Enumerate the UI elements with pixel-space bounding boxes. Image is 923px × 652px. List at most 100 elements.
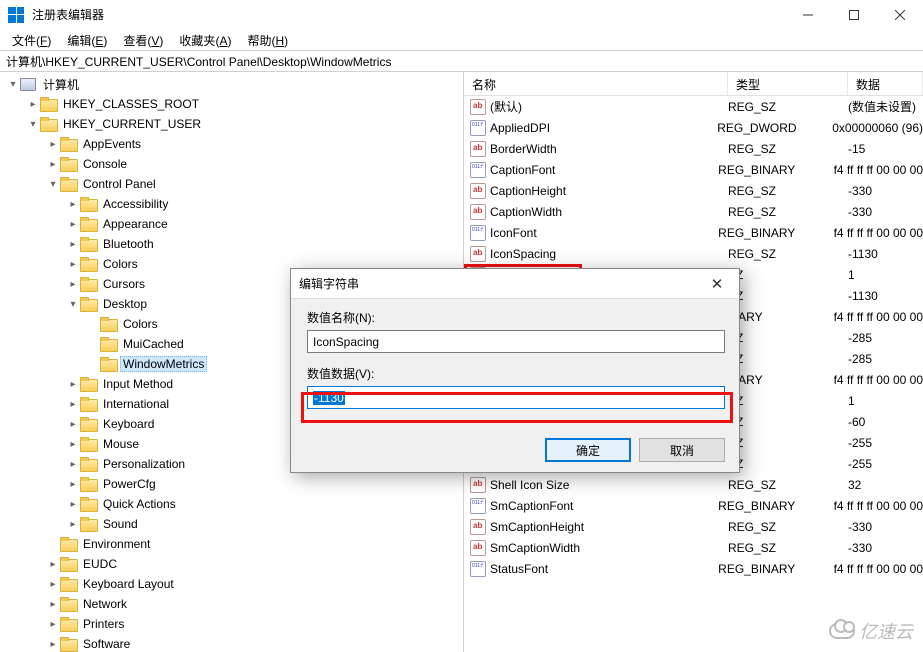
value-data-input[interactable]: -1130 (307, 386, 725, 409)
tree-node-accessibility[interactable]: ▸Accessibility (0, 194, 463, 214)
value-type: SZ (728, 394, 848, 408)
value-name: Shell Icon Size (490, 478, 569, 492)
list-row[interactable]: (默认)REG_SZ(数值未设置) (464, 96, 923, 117)
folder-icon (80, 478, 96, 491)
folder-icon (60, 558, 76, 571)
address-bar[interactable]: 计算机\HKEY_CURRENT_USER\Control Panel\Desk… (0, 50, 923, 72)
value-data: (数值未设置) (848, 98, 923, 115)
string-icon (470, 246, 486, 262)
col-header-type[interactable]: 类型 (728, 72, 848, 95)
tree-node-computer[interactable]: ▾计算机 (0, 74, 463, 94)
tree-node-environment[interactable]: Environment (0, 534, 463, 554)
list-header: 名称 类型 数据 (464, 72, 923, 96)
list-row[interactable]: CaptionWidthREG_SZ-330 (464, 201, 923, 222)
value-type: REG_BINARY (718, 226, 833, 240)
string-icon (470, 183, 486, 199)
cancel-button[interactable]: 取消 (639, 438, 725, 462)
tree-node-controlpanel[interactable]: ▾Control Panel (0, 174, 463, 194)
app-icon (8, 7, 24, 23)
minimize-button[interactable] (785, 0, 831, 30)
folder-icon (100, 318, 116, 331)
value-data: 1 (848, 268, 923, 282)
value-data: f4 ff ff ff 00 00 00 (834, 499, 923, 513)
value-type: REG_SZ (728, 247, 848, 261)
tree-node-hkcu[interactable]: ▾HKEY_CURRENT_USER (0, 114, 463, 134)
value-name: BorderWidth (490, 142, 557, 156)
value-type: REG_BINARY (718, 562, 833, 576)
tree-node-sound[interactable]: ▸Sound (0, 514, 463, 534)
value-type: SZ (728, 352, 848, 366)
value-data: f4 ff ff ff 00 00 00 (834, 226, 923, 240)
string-icon (470, 204, 486, 220)
menu-help[interactable]: 帮助(H) (239, 30, 296, 51)
dialog-title: 编辑字符串 (299, 275, 359, 292)
dialog-titlebar[interactable]: 编辑字符串 ✕ (291, 269, 739, 299)
tree-node-powercfg[interactable]: ▸PowerCfg (0, 474, 463, 494)
value-data: f4 ff ff ff 00 00 00 (834, 310, 923, 324)
tree-node-software[interactable]: ▸Software (0, 634, 463, 652)
value-data-label: 数值数据(V): (307, 365, 723, 382)
tree-node-hkcr[interactable]: ▸HKEY_CLASSES_ROOT (0, 94, 463, 114)
value-data: -330 (848, 541, 923, 555)
folder-icon (60, 538, 76, 551)
tree-node-bluetooth[interactable]: ▸Bluetooth (0, 234, 463, 254)
value-data: -255 (848, 436, 923, 450)
value-data: -330 (848, 520, 923, 534)
list-row[interactable]: CaptionFontREG_BINARYf4 ff ff ff 00 00 0… (464, 159, 923, 180)
folder-icon (60, 618, 76, 631)
folder-icon (80, 218, 96, 231)
maximize-button[interactable] (831, 0, 877, 30)
menu-favorites[interactable]: 收藏夹(A) (171, 30, 239, 51)
value-name-label: 数值名称(N): (307, 309, 723, 326)
col-header-data[interactable]: 数据 (848, 72, 923, 95)
value-data: -330 (848, 205, 923, 219)
menu-file[interactable]: 文件(F) (4, 30, 59, 51)
list-row[interactable]: CaptionHeightREG_SZ-330 (464, 180, 923, 201)
value-name: CaptionWidth (490, 205, 562, 219)
folder-icon (60, 598, 76, 611)
list-row[interactable]: Shell Icon SizeREG_SZ32 (464, 474, 923, 495)
list-row[interactable]: BorderWidthREG_SZ-15 (464, 138, 923, 159)
tree-node-console[interactable]: ▸Console (0, 154, 463, 174)
tree-node-printers[interactable]: ▸Printers (0, 614, 463, 634)
list-row[interactable]: IconSpacing REG_SZ-1130 (464, 243, 923, 264)
value-name: SmCaptionHeight (490, 520, 584, 534)
tree-node-keyboardlayout[interactable]: ▸Keyboard Layout (0, 574, 463, 594)
tree-node-network[interactable]: ▸Network (0, 594, 463, 614)
list-row[interactable]: SmCaptionHeight REG_SZ-330 (464, 516, 923, 537)
value-name-input[interactable]: IconSpacing (307, 330, 725, 353)
col-header-name[interactable]: 名称 (464, 72, 728, 95)
value-type: REG_DWORD (717, 121, 832, 135)
folder-icon (100, 338, 116, 351)
folder-icon (80, 518, 96, 531)
close-button[interactable] (877, 0, 923, 30)
list-row[interactable]: AppliedDPIREG_DWORD0x00000060 (96) (464, 117, 923, 138)
value-type: REG_SZ (728, 520, 848, 534)
tree-node-quickactions[interactable]: ▸Quick Actions (0, 494, 463, 514)
folder-icon (40, 98, 56, 111)
tree-node-appearance[interactable]: ▸Appearance (0, 214, 463, 234)
list-row[interactable]: IconFontREG_BINARYf4 ff ff ff 00 00 00 (464, 222, 923, 243)
menu-view[interactable]: 查看(V) (115, 30, 171, 51)
list-row[interactable]: SmCaptionFontREG_BINARYf4 ff ff ff 00 00… (464, 495, 923, 516)
value-data: -15 (848, 142, 923, 156)
tree-node-appevents[interactable]: ▸AppEvents (0, 134, 463, 154)
folder-icon (80, 418, 96, 431)
edit-string-dialog: 编辑字符串 ✕ 数值名称(N): IconSpacing 数值数据(V): -1… (290, 268, 740, 473)
list-row[interactable]: StatusFontREG_BINARYf4 ff ff ff 00 00 00 (464, 558, 923, 579)
menu-edit[interactable]: 编辑(E) (59, 30, 115, 51)
list-row[interactable]: SmCaptionWidthREG_SZ-330 (464, 537, 923, 558)
folder-icon (60, 638, 76, 651)
cloud-icon (829, 623, 855, 639)
ok-button[interactable]: 确定 (545, 438, 631, 462)
folder-icon (80, 438, 96, 451)
value-type: REG_SZ (728, 100, 848, 114)
folder-icon (60, 578, 76, 591)
binary-icon (470, 561, 486, 577)
value-name: IconSpacing (490, 247, 556, 261)
value-data: -60 (848, 415, 923, 429)
tree-node-eudc[interactable]: ▸EUDC (0, 554, 463, 574)
value-data: -1130 (848, 247, 923, 261)
value-data: 32 (848, 478, 923, 492)
dialog-close-button[interactable]: ✕ (703, 275, 731, 293)
